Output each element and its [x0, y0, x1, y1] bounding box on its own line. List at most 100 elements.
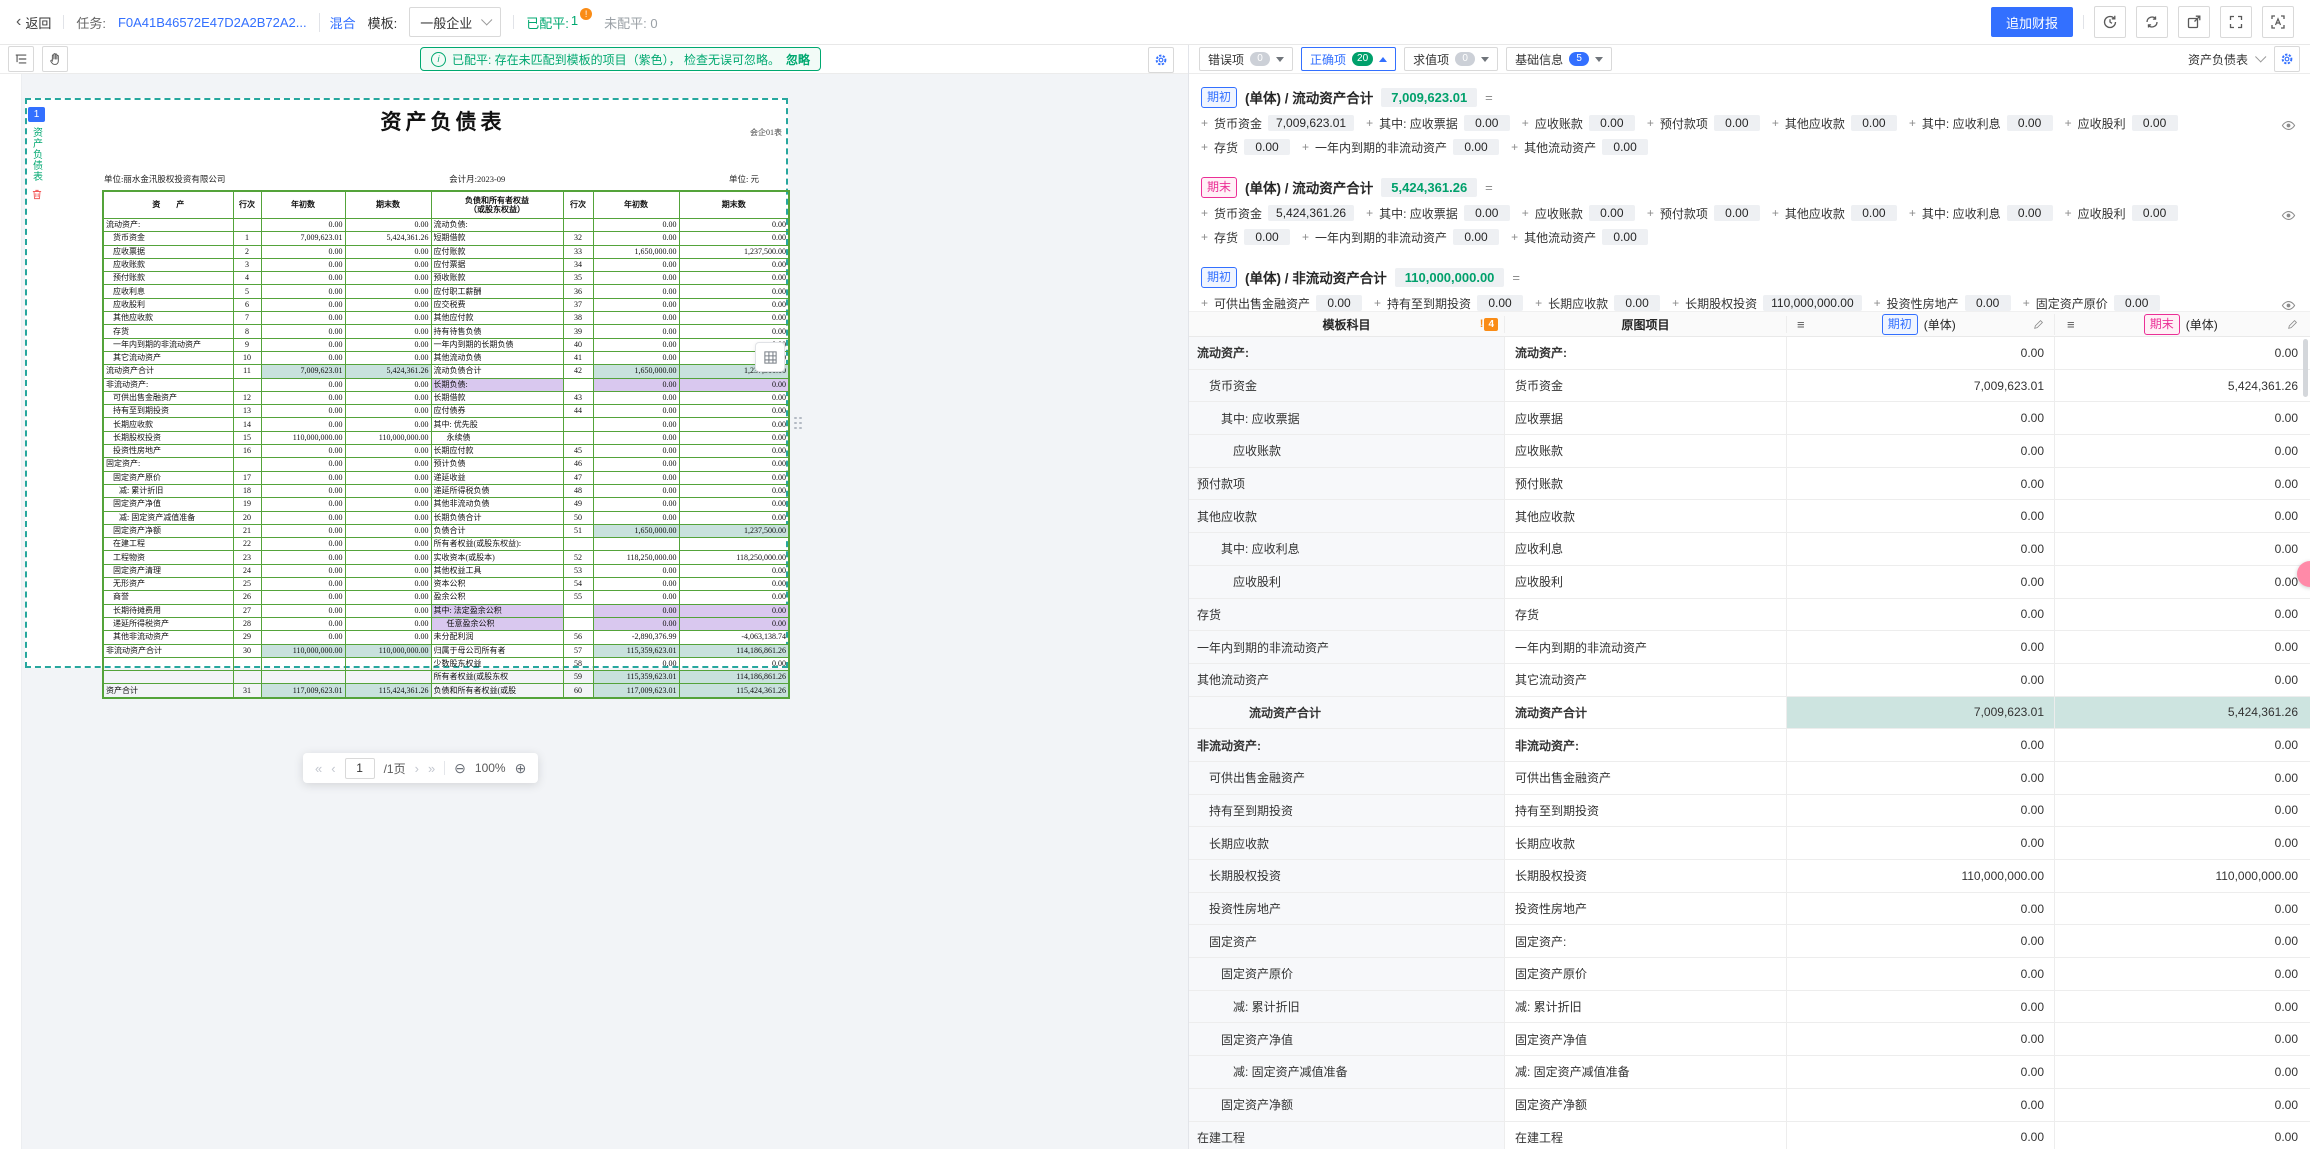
closing-value-cell[interactable]: 0.00 [2055, 893, 2310, 925]
formula-total-value[interactable]: 7,009,623.01 [1381, 88, 1477, 107]
closing-value-cell[interactable]: 0.00 [2055, 925, 2310, 957]
opening-value-cell[interactable]: 0.00 [1787, 435, 2055, 467]
scrollbar-thumb[interactable] [2303, 339, 2308, 397]
closing-value-cell[interactable]: 5,424,361.26 [2055, 697, 2310, 729]
table-row[interactable]: 持有至到期投资持有至到期投资0.000.00 [1189, 795, 2310, 828]
closing-value-cell[interactable]: 0.00 [2055, 631, 2310, 663]
closing-value-cell[interactable]: 0.00 [2055, 337, 2310, 369]
table-row[interactable]: 固定资产原价固定资产原价0.000.00 [1189, 958, 2310, 991]
tab-正确项[interactable]: 正确项20 [1301, 47, 1396, 71]
opening-value-cell[interactable]: 0.00 [1787, 631, 2055, 663]
table-row[interactable]: 其他流动资产其它流动资产0.000.00 [1189, 664, 2310, 697]
term-value[interactable]: 110,000,000.00 [1763, 295, 1862, 311]
opening-value-cell[interactable]: 0.00 [1787, 664, 2055, 696]
prev-page-button[interactable]: ‹ [331, 762, 335, 775]
term-value[interactable]: 0.00 [1244, 139, 1290, 155]
term-value[interactable]: 0.00 [1851, 205, 1897, 221]
next-page-button[interactable]: › [415, 762, 419, 775]
term-value[interactable]: 0.00 [1714, 115, 1760, 131]
opening-value-cell[interactable]: 0.00 [1787, 468, 2055, 500]
opening-value-cell[interactable]: 0.00 [1787, 795, 2055, 827]
term-value[interactable]: 0.00 [1244, 229, 1290, 245]
term-value[interactable]: 0.00 [1614, 295, 1660, 311]
formula-total-value[interactable]: 110,000,000.00 [1395, 268, 1505, 287]
eye-toggle-button[interactable] [2281, 298, 2296, 312]
closing-value-cell[interactable]: 0.00 [2055, 500, 2310, 532]
opening-value-cell[interactable]: 0.00 [1787, 402, 2055, 434]
term-value[interactable]: 0.00 [1589, 115, 1635, 131]
closing-value-cell[interactable]: 0.00 [2055, 599, 2310, 631]
menu-icon[interactable]: ≡ [1797, 317, 1805, 332]
term-value[interactable]: 0.00 [2132, 115, 2178, 131]
history-button[interactable] [2094, 6, 2126, 38]
tab-求值项[interactable]: 求值项0 [1404, 47, 1498, 71]
closing-value-cell[interactable]: 0.00 [2055, 566, 2310, 598]
table-row[interactable]: 长期股权投资长期股权投资110,000,000.00110,000,000.00 [1189, 860, 2310, 893]
closing-value-cell[interactable]: 0.00 [2055, 991, 2310, 1023]
closing-value-cell[interactable]: 0.00 [2055, 435, 2310, 467]
delete-page-button[interactable] [31, 188, 43, 201]
table-row[interactable]: 存货存货0.000.00 [1189, 599, 2310, 632]
closing-value-cell[interactable]: 0.00 [2055, 402, 2310, 434]
zoom-in-button[interactable]: ⊕ [515, 761, 527, 775]
template-select[interactable]: 一般企业 [409, 7, 501, 37]
term-value[interactable]: 0.00 [1602, 229, 1648, 245]
closing-value-cell[interactable]: 0.00 [2055, 729, 2310, 761]
table-row[interactable]: 减: 累计折旧减: 累计折旧0.000.00 [1189, 991, 2310, 1024]
warning-count-badge[interactable]: ! 4 [1480, 318, 1498, 331]
back-button[interactable]: ‹ 返回 [16, 13, 51, 32]
fullscreen-button[interactable] [2220, 6, 2252, 38]
page-vertical-label[interactable]: 资产负债表 [32, 128, 44, 183]
opening-value-cell[interactable]: 0.00 [1787, 533, 2055, 565]
closing-value-cell[interactable]: 0.00 [2055, 1122, 2310, 1149]
tab-错误项[interactable]: 错误项0 [1199, 47, 1293, 71]
closing-value-cell[interactable]: 0.00 [2055, 762, 2310, 794]
opening-value-cell[interactable]: 0.00 [1787, 827, 2055, 859]
opening-value-cell[interactable]: 0.00 [1787, 566, 2055, 598]
term-value[interactable]: 0.00 [1464, 115, 1510, 131]
table-row[interactable]: 投资性房地产投资性房地产0.000.00 [1189, 893, 2310, 926]
table-row[interactable]: 其中: 应收利息应收利息0.000.00 [1189, 533, 2310, 566]
opening-value-cell[interactable]: 0.00 [1787, 893, 2055, 925]
term-value[interactable]: 0.00 [1316, 295, 1362, 311]
table-region-button[interactable] [755, 342, 785, 372]
closing-value-cell[interactable]: 0.00 [2055, 1089, 2310, 1121]
append-report-button[interactable]: 追加财报 [1991, 7, 2073, 37]
table-row[interactable]: 固定资产固定资产:0.000.00 [1189, 925, 2310, 958]
opening-value-cell[interactable]: 0.00 [1787, 500, 2055, 532]
table-row[interactable]: 货币资金货币资金7,009,623.015,424,361.26 [1189, 370, 2310, 403]
table-row[interactable]: 应收账款应收账款0.000.00 [1189, 435, 2310, 468]
split-drag-handle[interactable] [794, 412, 802, 434]
term-value[interactable]: 0.00 [1965, 295, 2011, 311]
zoom-out-button[interactable]: ⊖ [454, 761, 466, 775]
table-row[interactable]: 流动资产合计流动资产合计7,009,623.015,424,361.26 [1189, 697, 2310, 730]
opening-value-cell[interactable]: 0.00 [1787, 1089, 2055, 1121]
table-row[interactable]: 减: 固定资产减值准备减: 固定资产减值准备0.000.00 [1189, 1056, 2310, 1089]
viewer-settings-button[interactable] [1148, 47, 1174, 73]
table-row[interactable]: 非流动资产:非流动资产:0.000.00 [1189, 729, 2310, 762]
opening-value-cell[interactable]: 0.00 [1787, 925, 2055, 957]
closing-value-cell[interactable]: 0.00 [2055, 827, 2310, 859]
table-row[interactable]: 其中: 应收票据应收票据0.000.00 [1189, 402, 2310, 435]
term-value[interactable]: 0.00 [1464, 205, 1510, 221]
closing-value-cell[interactable]: 5,424,361.26 [2055, 370, 2310, 402]
table-row[interactable]: 流动资产:流动资产:0.000.00 [1189, 337, 2310, 370]
opening-value-cell[interactable]: 0.00 [1787, 729, 2055, 761]
opening-value-cell[interactable]: 110,000,000.00 [1787, 860, 2055, 892]
menu-icon[interactable]: ≡ [2067, 317, 2075, 332]
term-value[interactable]: 0.00 [1589, 205, 1635, 221]
term-value[interactable]: 0.00 [1453, 229, 1499, 245]
pencil-icon[interactable] [2287, 319, 2298, 330]
table-row[interactable]: 一年内到期的非流动资产一年内到期的非流动资产0.000.00 [1189, 631, 2310, 664]
task-id[interactable]: F0A41B46572E47D2A2B72A2... [118, 15, 307, 30]
closing-value-cell[interactable]: 110,000,000.00 [2055, 860, 2310, 892]
term-value[interactable]: 0.00 [1453, 139, 1499, 155]
term-value[interactable]: 0.00 [2114, 295, 2160, 311]
opening-value-cell[interactable]: 0.00 [1787, 1056, 2055, 1088]
report-type-select[interactable]: 资产负债表 [2188, 51, 2264, 68]
opening-value-cell[interactable]: 0.00 [1787, 1122, 2055, 1149]
opening-value-cell[interactable]: 7,009,623.01 [1787, 370, 2055, 402]
eye-toggle-button[interactable] [2281, 208, 2296, 223]
closing-value-cell[interactable]: 0.00 [2055, 1056, 2310, 1088]
page-input[interactable]: 1 [345, 758, 375, 779]
